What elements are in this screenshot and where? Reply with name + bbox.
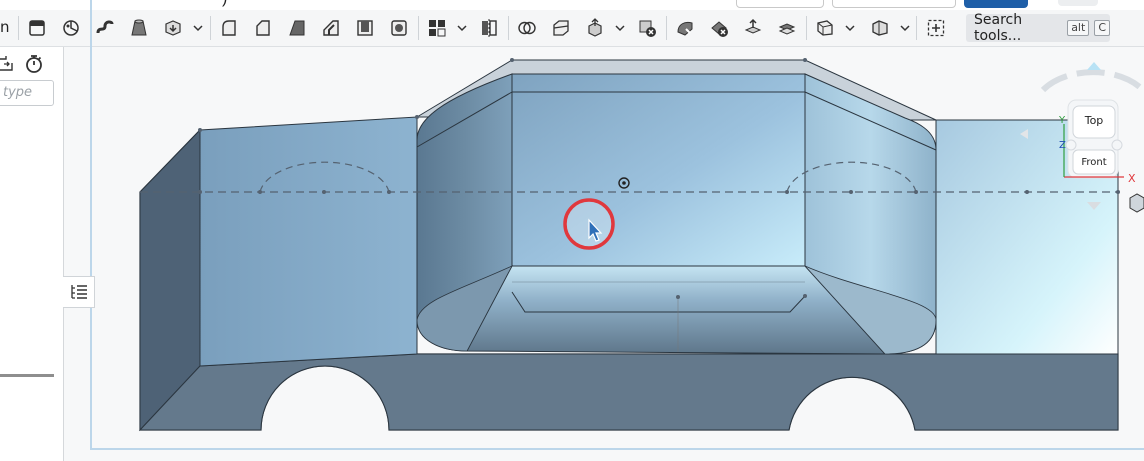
view-options-cube-icon[interactable] <box>1129 193 1144 213</box>
part-front-face[interactable] <box>138 353 1119 431</box>
view-cube-top-label[interactable]: Top <box>1084 114 1104 127</box>
x-axis-label: X <box>1128 172 1136 185</box>
pocket-back-wall[interactable] <box>511 73 806 267</box>
feature-list-toggle-button[interactable] <box>63 276 95 308</box>
y-axis-label: Y <box>1058 115 1066 126</box>
view-cube-front-label[interactable]: Front <box>1081 157 1106 168</box>
list-tree-icon <box>70 285 87 299</box>
orbit-arc-icon[interactable] <box>1040 69 1144 93</box>
model-viewport[interactable]: Top Front X Y Z <box>0 0 1144 461</box>
part-left-face[interactable] <box>199 116 418 367</box>
rotate-up-arrow-icon[interactable] <box>1087 62 1101 70</box>
z-axis-label: Z <box>1059 140 1066 151</box>
